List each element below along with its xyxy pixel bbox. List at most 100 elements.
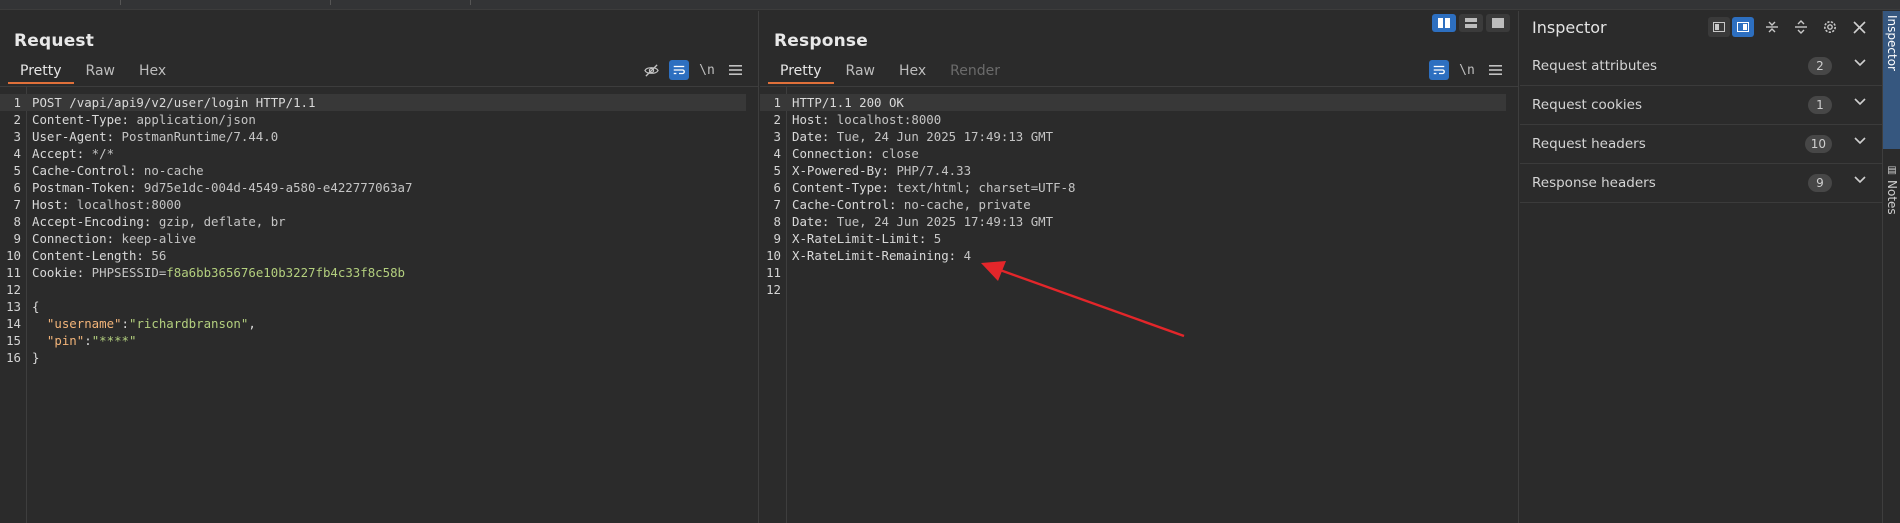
header-value: gzip, deflate, br bbox=[151, 214, 286, 229]
line-content: User-Agent: PostmanRuntime/7.44.0 bbox=[32, 128, 278, 145]
line-number: 15 bbox=[6, 333, 21, 348]
wrap-lines-icon[interactable] bbox=[669, 60, 689, 80]
inspector-panel: Inspector Request attributes 2 Request coo… bbox=[1520, 11, 1882, 523]
header-name: Content-Type: bbox=[32, 112, 129, 127]
newline-toggle[interactable]: \n bbox=[1457, 60, 1477, 80]
header-value: localhost:8000 bbox=[69, 197, 182, 212]
inspector-section-response-headers[interactable]: Response headers 9 bbox=[1520, 164, 1882, 203]
split-vertical-icon[interactable] bbox=[1459, 14, 1483, 32]
line-content: Host: localhost:8000 bbox=[792, 111, 941, 128]
chevron-down-icon[interactable] bbox=[1854, 95, 1866, 110]
code-line: 3 User-Agent: PostmanRuntime/7.44.0 bbox=[0, 128, 746, 145]
line-text: HTTP/1.1 200 OK bbox=[792, 95, 904, 110]
response-title: Response bbox=[774, 31, 868, 51]
line-number: 9 bbox=[13, 231, 21, 246]
tab-raw[interactable]: Raw bbox=[74, 56, 127, 84]
sidebar-tab-inspector[interactable]: Inspector bbox=[1883, 11, 1900, 149]
count-badge: 1 bbox=[1808, 96, 1832, 114]
cookie-value: f8a6bb365676e10b3227fb4c33f8c58b bbox=[166, 265, 406, 280]
tab-pretty[interactable]: Pretty bbox=[8, 56, 74, 84]
layout-left-icon[interactable] bbox=[1708, 17, 1730, 37]
tab-render[interactable]: Render bbox=[938, 56, 1012, 84]
hamburger-menu-icon[interactable] bbox=[725, 60, 745, 80]
response-editor[interactable]: 1 HTTP/1.1 200 OK 2 Host: localhost:8000 3 Da… bbox=[760, 87, 1518, 523]
line-content: Accept: */* bbox=[32, 145, 114, 162]
sidebar-tab-label: Notes bbox=[1885, 180, 1899, 215]
line-content: Content-Type: application/json bbox=[32, 111, 256, 128]
response-toolbar: \n bbox=[1429, 60, 1505, 80]
tab-raw[interactable]: Raw bbox=[834, 56, 887, 84]
notes-icon: ▤ bbox=[1887, 165, 1897, 176]
request-pane: Request Pretty Raw Hex \n 1 POST /vapi/api9… bbox=[0, 11, 759, 523]
tab-pretty[interactable]: Pretty bbox=[768, 56, 834, 84]
newline-toggle[interactable]: \n bbox=[697, 60, 717, 80]
code-line: 14 "username":"richardbranson", bbox=[0, 315, 746, 332]
top-divider bbox=[470, 0, 471, 5]
inspector-toolbar bbox=[1708, 17, 1870, 37]
single-pane-icon[interactable] bbox=[1486, 14, 1510, 32]
layout-right-icon[interactable] bbox=[1732, 17, 1754, 37]
line-number: 3 bbox=[13, 129, 21, 144]
json-colon: : bbox=[84, 333, 92, 348]
chevron-down-icon[interactable] bbox=[1854, 134, 1866, 149]
split-horizontal-icon[interactable] bbox=[1432, 14, 1456, 32]
header-value: close bbox=[874, 146, 919, 161]
header-value: 56 bbox=[143, 248, 167, 263]
header-value: 9d75e1dc-004d-4549-a580-e422777063a7 bbox=[136, 180, 413, 195]
section-label: Request headers bbox=[1532, 136, 1646, 152]
header-value: no-cache bbox=[136, 163, 204, 178]
request-editor[interactable]: 1 POST /vapi/api9/v2/user/login HTTP/1.1 2… bbox=[0, 87, 758, 523]
inspector-section-request-headers[interactable]: Request headers 10 bbox=[1520, 125, 1882, 164]
eye-off-icon[interactable] bbox=[641, 60, 661, 80]
code-line: 9 X-RateLimit-Limit: 5 bbox=[760, 230, 1506, 247]
line-content: X-Powered-By: PHP/7.4.33 bbox=[792, 162, 971, 179]
line-number: 13 bbox=[6, 299, 21, 314]
line-number: 7 bbox=[13, 197, 21, 212]
inspector-section-request-attributes[interactable]: Request attributes 2 bbox=[1520, 47, 1882, 86]
line-content: Date: Tue, 24 Jun 2025 17:49:13 GMT bbox=[792, 128, 1053, 145]
chevron-down-icon[interactable] bbox=[1854, 56, 1866, 71]
json-value: "****" bbox=[91, 333, 137, 348]
inspector-section-request-cookies[interactable]: Request cookies 1 bbox=[1520, 86, 1882, 125]
line-content: Date: Tue, 24 Jun 2025 17:49:13 GMT bbox=[792, 213, 1053, 230]
tab-hex[interactable]: Hex bbox=[127, 56, 178, 84]
response-tabs: Pretty Raw Hex Render bbox=[768, 56, 1012, 86]
inspector-title: Inspector bbox=[1532, 18, 1607, 37]
header-value: Tue, 24 Jun 2025 17:49:13 GMT bbox=[829, 214, 1054, 229]
line-content: Cookie: PHPSESSID=f8a6bb365676e10b3227fb… bbox=[32, 264, 405, 281]
line-content: Content-Type: text/html; charset=UTF-8 bbox=[792, 179, 1075, 196]
chevron-down-icon[interactable] bbox=[1854, 173, 1866, 188]
code-line: 2 Host: localhost:8000 bbox=[760, 111, 1506, 128]
header-name: Cache-Control: bbox=[32, 163, 137, 178]
code-line: 12 bbox=[760, 281, 1506, 298]
code-line: 9 Connection: keep-alive bbox=[0, 230, 746, 247]
header-name: Content-Length: bbox=[32, 248, 144, 263]
header-name: Connection: bbox=[792, 146, 875, 161]
settings-icon[interactable] bbox=[1819, 17, 1841, 37]
code-line: 11 bbox=[760, 264, 1506, 281]
line-text: { bbox=[32, 299, 40, 314]
close-icon[interactable] bbox=[1848, 17, 1870, 37]
header-value: Tue, 24 Jun 2025 17:49:13 GMT bbox=[829, 129, 1054, 144]
cookie-name: PHPSESSID bbox=[84, 265, 159, 280]
sidebar-tab-notes[interactable]: ▤ Notes bbox=[1883, 161, 1900, 261]
header-name: Content-Type: bbox=[792, 180, 889, 195]
code-line: 12 bbox=[0, 281, 746, 298]
response-pane: Response Pretty Raw Hex Render \n 1 HTTP/1.1… bbox=[760, 11, 1519, 523]
sidebar-tab-label: Inspector bbox=[1885, 15, 1899, 71]
code-line: 1 POST /vapi/api9/v2/user/login HTTP/1.1 bbox=[0, 94, 746, 111]
line-number: 7 bbox=[773, 197, 781, 212]
line-content: X-RateLimit-Limit: 5 bbox=[792, 230, 941, 247]
line-content: "pin":"****" bbox=[32, 332, 137, 349]
line-number: 12 bbox=[6, 282, 21, 297]
request-toolbar: \n bbox=[641, 60, 745, 80]
collapse-all-icon[interactable] bbox=[1761, 17, 1783, 37]
hamburger-menu-icon[interactable] bbox=[1485, 60, 1505, 80]
count-badge: 10 bbox=[1804, 135, 1832, 153]
line-content: { bbox=[32, 298, 39, 315]
tab-hex[interactable]: Hex bbox=[887, 56, 938, 84]
header-name: Date: bbox=[792, 214, 830, 229]
expand-all-icon[interactable] bbox=[1790, 17, 1812, 37]
wrap-lines-icon[interactable] bbox=[1429, 60, 1449, 80]
request-title: Request bbox=[14, 31, 95, 51]
